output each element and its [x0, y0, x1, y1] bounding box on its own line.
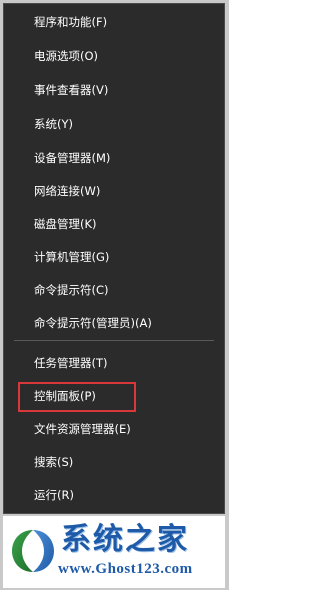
menu-item-system[interactable]: 系统(Y) — [4, 109, 224, 139]
menu-item-command-prompt-admin[interactable]: 命令提示符(管理员)(A) — [4, 308, 224, 338]
watermark-banner: 系统之家 www.Ghost123.com — [3, 516, 225, 588]
menu-item-run[interactable]: 运行(R) — [4, 480, 224, 510]
menu-item-disk-management[interactable]: 磁盘管理(K) — [4, 209, 224, 239]
menu-item-device-manager[interactable]: 设备管理器(M) — [4, 143, 224, 173]
menu-item-programs-features[interactable]: 程序和功能(F) — [4, 7, 224, 37]
menu-item-power-options[interactable]: 电源选项(O) — [4, 41, 224, 71]
menu-item-network-connections[interactable]: 网络连接(W) — [4, 176, 224, 206]
menu-separator — [14, 340, 214, 341]
menu-item-task-manager[interactable]: 任务管理器(T) — [4, 348, 224, 378]
site-url: www.Ghost123.com — [58, 561, 193, 577]
site-logo-icon — [8, 526, 58, 576]
winx-context-menu: 程序和功能(F) 电源选项(O) 事件查看器(V) 系统(Y) 设备管理器(M)… — [3, 3, 225, 514]
screenshot-frame: 程序和功能(F) 电源选项(O) 事件查看器(V) 系统(Y) 设备管理器(M)… — [0, 0, 229, 590]
menu-item-search[interactable]: 搜索(S) — [4, 447, 224, 477]
control-panel-highlight-box — [18, 382, 136, 412]
menu-item-event-viewer[interactable]: 事件查看器(V) — [4, 75, 224, 105]
menu-item-command-prompt[interactable]: 命令提示符(C) — [4, 275, 224, 305]
menu-item-computer-management[interactable]: 计算机管理(G) — [4, 242, 224, 272]
menu-item-file-explorer[interactable]: 文件资源管理器(E) — [4, 414, 224, 444]
site-logo-title: 系统之家 — [61, 522, 189, 557]
